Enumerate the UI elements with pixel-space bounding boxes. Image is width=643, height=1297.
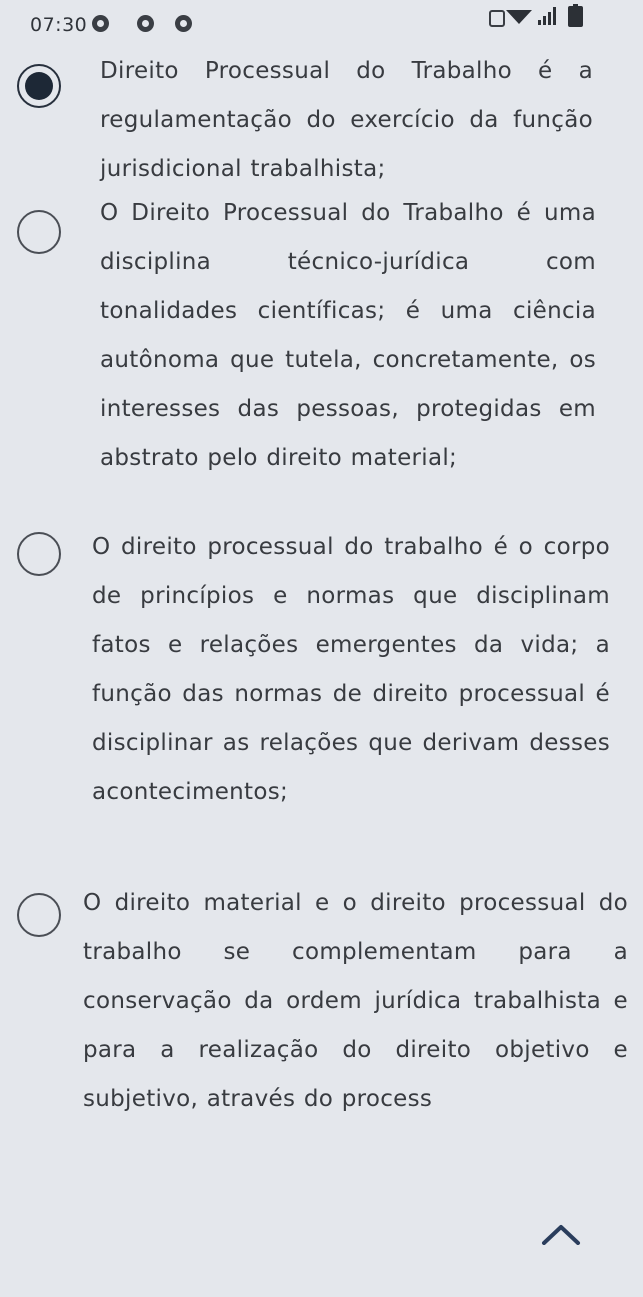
nfc-icon — [489, 10, 505, 27]
caret-up-icon[interactable] — [541, 1223, 581, 1245]
answer-option-text: O Direito Processual do Trabalho é uma d… — [100, 200, 596, 471]
answer-option-text: Direito Processual do Trabalho é a regul… — [100, 58, 593, 182]
battery-icon — [568, 4, 583, 27]
radio-button[interactable] — [17, 532, 61, 576]
notification-icon — [175, 15, 192, 32]
radio-button-selected[interactable] — [17, 64, 61, 108]
notification-icon — [137, 15, 154, 32]
wifi-icon — [506, 10, 532, 24]
answer-option-text: O direito material e o direito processua… — [83, 890, 628, 1112]
radio-button[interactable] — [17, 210, 61, 254]
status-time: 07:30 — [30, 14, 88, 36]
signal-icon — [538, 7, 558, 25]
notification-icon — [92, 15, 109, 32]
radio-button[interactable] — [17, 893, 61, 937]
status-bar: 07:30 — [0, 0, 643, 46]
answer-option-text: O direito processual do trabalho é o cor… — [92, 534, 610, 805]
